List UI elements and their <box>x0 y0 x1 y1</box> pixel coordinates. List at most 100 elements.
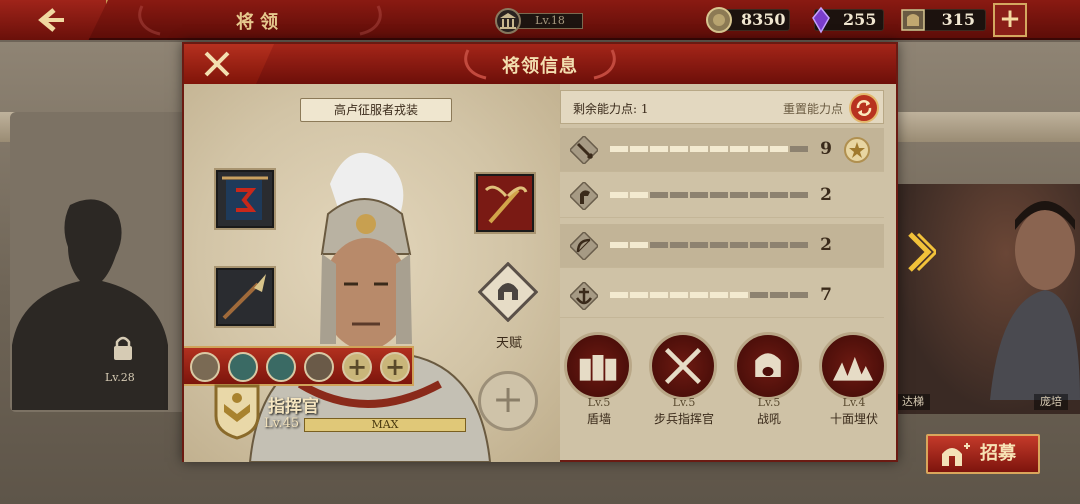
tactic-level: Lv.5 <box>757 396 781 409</box>
stat-segment <box>690 192 708 198</box>
add-resource-button[interactable]: + <box>993 3 1027 37</box>
stat-segment <box>630 292 648 298</box>
refresh-icon <box>856 100 872 116</box>
stat-segment <box>730 192 748 198</box>
city-level-text: Lv.18 <box>517 13 583 29</box>
shield-wall-icon <box>564 332 632 400</box>
recruit-label: 招募 <box>980 443 1016 464</box>
stat-segment <box>750 292 768 298</box>
close-icon <box>204 51 230 77</box>
next-hero-arrow-icon[interactable] <box>906 230 936 274</box>
dialog-title: 将领信息 <box>502 56 578 77</box>
purple-gem-icon <box>812 6 830 34</box>
back-button[interactable] <box>0 0 108 40</box>
gold-amount: 8350 <box>741 10 786 29</box>
stat-row-archery[interactable]: 2 <box>560 224 884 268</box>
bow-icon <box>570 232 598 260</box>
stat-segment <box>650 192 668 198</box>
stat-segment <box>610 146 628 152</box>
general-level: Lv.45 <box>264 416 300 431</box>
stat-segment <box>730 146 748 152</box>
ambush-icon <box>819 332 887 400</box>
dialog-header: 将领信息 <box>184 44 896 84</box>
add-gem-button[interactable]: + <box>342 352 372 382</box>
exp-bar: MAX <box>304 418 466 432</box>
general-info-dialog: 将领信息 高卢征服者戎装 天赋 + + + 指挥官 Lv.45 MAX 剩余能力… <box>182 42 898 462</box>
stat-row-cavalry[interactable]: 2 <box>560 174 884 218</box>
gold-coin-icon <box>706 7 732 33</box>
stat-segment <box>610 242 628 248</box>
recruit-button[interactable]: 招募 <box>926 434 1040 474</box>
stat-segment <box>710 146 728 152</box>
tactic-war-cry[interactable]: Lv.5 战吼 <box>732 332 806 428</box>
tactic-ambush[interactable]: Lv.4 十面埋伏 <box>817 332 891 428</box>
gem-resource[interactable]: 255 <box>812 6 884 34</box>
stat-value: 9 <box>820 139 832 159</box>
tactic-name: 步兵指挥官 <box>653 412 714 426</box>
scroll-gem-icon[interactable] <box>304 352 334 382</box>
tactic-shield-wall[interactable]: Lv.5 盾墙 <box>562 332 636 428</box>
hero-name-tag: 达梯 <box>896 394 930 410</box>
general-role: 指挥官 <box>268 397 319 417</box>
lock-icon <box>114 336 132 360</box>
stat-segment <box>610 192 628 198</box>
stat-bar <box>610 192 808 200</box>
horse-icon <box>570 182 598 210</box>
tactic-level: Lv.5 <box>672 396 696 409</box>
sword-icon <box>570 136 598 164</box>
gold-resource[interactable]: 8350 <box>706 7 790 33</box>
stat-segment <box>710 192 728 198</box>
stat-segment <box>630 192 648 198</box>
token-amount: 315 <box>941 10 975 29</box>
unlock-level-label: Lv.28 <box>105 371 135 384</box>
stat-segment <box>770 242 788 248</box>
stat-row-attack[interactable]: 9 <box>560 128 884 172</box>
stat-segment <box>630 146 648 152</box>
page-title: 将领 <box>236 12 284 33</box>
talent-button[interactable] <box>478 262 538 322</box>
stat-segment <box>790 146 808 152</box>
book-gem-icon[interactable] <box>266 352 296 382</box>
city-level[interactable]: Lv.18 <box>495 8 587 34</box>
stat-segment <box>650 292 668 298</box>
war-cry-icon <box>734 332 802 400</box>
ability-points-header: 剩余能力点: 1 重置能力点 <box>560 90 884 124</box>
shield-gem-icon[interactable] <box>190 352 220 382</box>
stat-segment <box>790 292 808 298</box>
laurel-right-icon <box>593 49 616 80</box>
troop-gem-icon[interactable] <box>228 352 258 382</box>
skill-gem-strip: + + <box>184 346 414 386</box>
stat-row-navy[interactable]: 7 <box>560 274 884 318</box>
add-slot-button[interactable]: + <box>478 371 538 431</box>
add-gem-button[interactable]: + <box>380 352 410 382</box>
outfit-label[interactable]: 高卢征服者戎装 <box>300 98 452 122</box>
crossed-swords-icon <box>649 332 717 400</box>
tactic-infantry-commander[interactable]: Lv.5 步兵指挥官 <box>647 332 721 428</box>
stat-value: 2 <box>820 185 832 205</box>
reset-points-button[interactable] <box>849 93 879 123</box>
rank-badge-icon <box>214 384 260 440</box>
stat-segment <box>770 292 788 298</box>
tactic-level: Lv.4 <box>842 396 866 409</box>
stat-segment <box>750 146 768 152</box>
close-button[interactable] <box>184 44 274 84</box>
stat-segment <box>610 292 628 298</box>
stat-value: 2 <box>820 235 832 255</box>
stat-segment <box>710 292 728 298</box>
stat-segment <box>770 192 788 198</box>
remaining-points: 剩余能力点: 1 <box>573 102 649 116</box>
tactic-name: 战吼 <box>756 412 781 426</box>
stat-segment <box>670 292 688 298</box>
hero-silhouette-icon <box>12 199 168 410</box>
reset-points-label: 重置能力点 <box>783 102 844 116</box>
general-portrait-area: 高卢征服者戎装 天赋 + + + 指挥官 Lv.45 MAX <box>184 84 560 462</box>
stat-segment <box>750 242 768 248</box>
stat-segment <box>670 146 688 152</box>
gem-amount: 255 <box>843 10 877 29</box>
laurel-decoration-icon <box>359 5 382 36</box>
stat-segment <box>790 192 808 198</box>
token-resource[interactable]: 315 <box>901 9 986 31</box>
tactic-name: 盾墙 <box>586 412 611 426</box>
top-bar: 将领 Lv.18 8350 255 315 + <box>0 0 1080 40</box>
stat-segment <box>710 242 728 248</box>
